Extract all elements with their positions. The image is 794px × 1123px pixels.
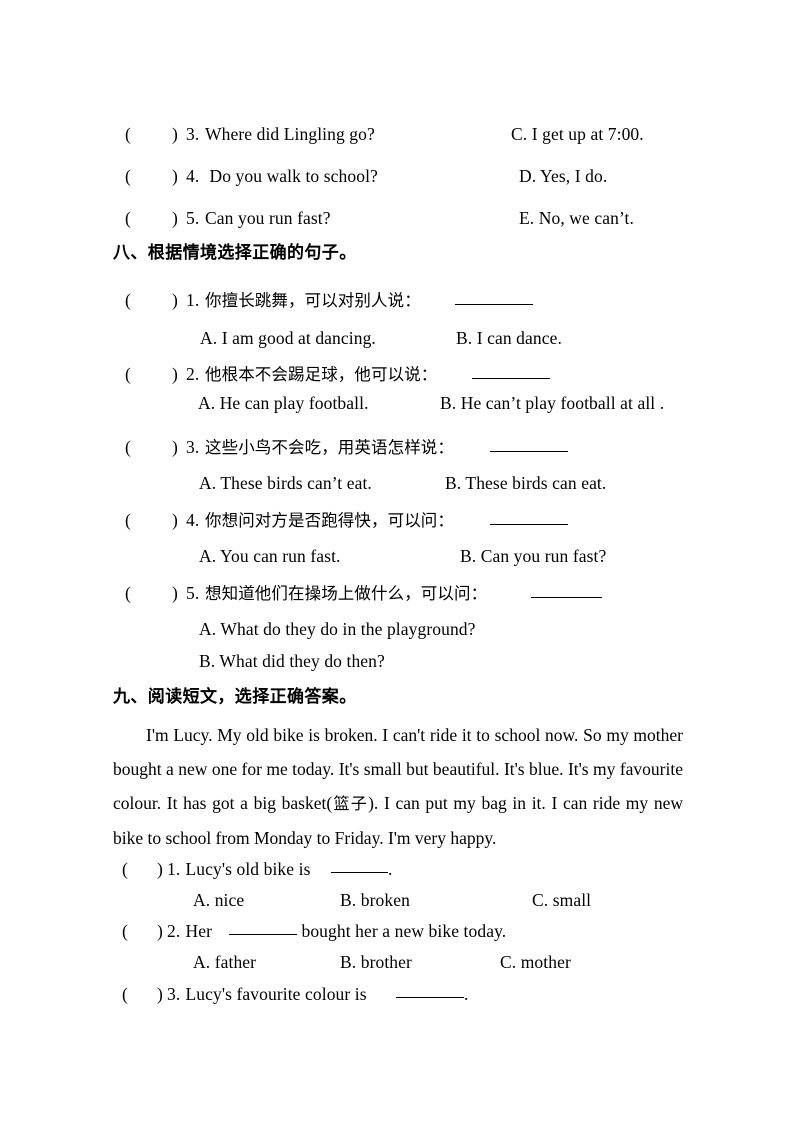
section-eight-item-3-marker-open: ( xyxy=(125,437,131,457)
section-eight-item-4-number: 4. xyxy=(186,510,200,530)
section-eight-item-5-marker-close: ) xyxy=(172,583,178,603)
section-eight-item-1-stem: 你擅长跳舞，可以对别人说： xyxy=(205,291,421,310)
reading-question-1-answer-blank[interactable] xyxy=(331,872,388,873)
matching-item-3-marker-open: ( xyxy=(125,124,131,144)
reading-question-2-marker-close: ) xyxy=(157,921,163,941)
reading-question-1-option-a[interactable]: A. nice xyxy=(193,890,244,910)
section-eight-item-2-option-b[interactable]: B. He can’t play football at all . xyxy=(440,393,664,413)
reading-question-1-marker-close: ) xyxy=(157,859,163,879)
reading-question-2-number: 2. xyxy=(167,921,181,941)
section-eight-item-5-option-a[interactable]: A. What do they do in the playground? xyxy=(199,619,476,639)
matching-answer-d: D. Yes, I do. xyxy=(519,166,608,186)
matching-item-5-marker-close: ) xyxy=(172,208,178,228)
section-eight-item-4-marker-open: ( xyxy=(125,510,131,530)
reading-question-2-option-a[interactable]: A. father xyxy=(193,952,256,972)
reading-question-2-stem-after: bought her a new bike today. xyxy=(297,921,507,941)
matching-item-5-marker-open: ( xyxy=(125,208,131,228)
section-eight-item-3-answer-blank[interactable] xyxy=(490,451,568,452)
matching-item-4-marker-close: ) xyxy=(172,166,178,186)
reading-question-3-stem-before: Lucy's favourite colour is xyxy=(181,984,372,1004)
reading-question-3-stem-after: . xyxy=(464,984,469,1004)
section-eight-item-5-number: 5. xyxy=(186,583,200,603)
matching-item-3-number: 3. xyxy=(186,124,200,144)
section-eight-item-2-marker-close: ) xyxy=(172,364,178,384)
section-eight-item-4-marker-close: ) xyxy=(172,510,178,530)
section-eight-item-1-marker-close: ) xyxy=(172,290,178,310)
matching-item-4-number: 4. xyxy=(186,166,200,186)
section-eight-item-5-option-b[interactable]: B. What did they do then? xyxy=(199,651,385,671)
reading-question-2-answer-blank[interactable] xyxy=(229,934,297,935)
section-eight-item-2-option-a[interactable]: A. He can play football. xyxy=(198,393,369,413)
section-eight-item-5-stem: 想知道他们在操场上做什么，可以问： xyxy=(205,584,488,603)
section-eight-item-4-option-b[interactable]: B. Can you run fast? xyxy=(460,546,606,566)
matching-item-4-question: Do you walk to school? xyxy=(205,166,378,186)
reading-question-1-stem-before: Lucy's old bike is xyxy=(181,859,315,879)
section-eight-item-3-option-b[interactable]: B. These birds can eat. xyxy=(445,473,606,493)
matching-item-5-question: Can you run fast? xyxy=(205,208,331,228)
matching-item-4-marker-open: ( xyxy=(125,166,131,186)
section-eight-item-1-answer-blank[interactable] xyxy=(455,304,533,305)
section-eight-item-3-marker-close: ) xyxy=(172,437,178,457)
section-eight-item-2-answer-blank[interactable] xyxy=(472,378,550,379)
reading-question-1-number: 1. xyxy=(167,859,181,879)
reading-question-2-marker-open: ( xyxy=(122,921,128,941)
section-eight-heading: 八、根据情境选择正确的句子。 xyxy=(113,243,357,263)
worksheet-page: ( ) 3. Where did Lingling go? C. I get u… xyxy=(0,0,794,1123)
passage-chinese-gloss: 篮子 xyxy=(332,794,369,813)
section-eight-item-3-stem: 这些小鸟不会吃，用英语怎样说： xyxy=(205,438,454,457)
reading-question-2-option-b[interactable]: B. brother xyxy=(340,952,412,972)
reading-question-1-option-b[interactable]: B. broken xyxy=(340,890,410,910)
matching-answer-c: C. I get up at 7:00. xyxy=(511,124,644,144)
matching-item-3-question: Where did Lingling go? xyxy=(205,124,375,144)
section-eight-item-3-option-a[interactable]: A. These birds can’t eat. xyxy=(199,473,372,493)
section-eight-item-5-marker-open: ( xyxy=(125,583,131,603)
section-eight-item-4-option-a[interactable]: A. You can run fast. xyxy=(199,546,341,566)
reading-question-1-option-c[interactable]: C. small xyxy=(532,890,591,910)
section-eight-item-3-number: 3. xyxy=(186,437,200,457)
reading-question-3-marker-close: ) xyxy=(157,984,163,1004)
section-eight-item-2-number: 2. xyxy=(186,364,200,384)
matching-item-3-marker-close: ) xyxy=(172,124,178,144)
section-eight-item-5-answer-blank[interactable] xyxy=(531,597,602,598)
section-eight-item-1-marker-open: ( xyxy=(125,290,131,310)
reading-question-3-answer-blank[interactable] xyxy=(396,997,464,998)
section-eight-item-4-answer-blank[interactable] xyxy=(490,524,568,525)
section-eight-item-1-option-b[interactable]: B. I can dance. xyxy=(456,328,562,348)
section-eight-item-1-number: 1. xyxy=(186,290,200,310)
section-eight-item-1-option-a[interactable]: A. I am good at dancing. xyxy=(200,328,376,348)
reading-question-2-stem-before: Her xyxy=(181,921,217,941)
reading-question-2-option-c[interactable]: C. mother xyxy=(500,952,571,972)
section-eight-item-2-marker-open: ( xyxy=(125,364,131,384)
section-nine-heading: 九、阅读短文，选择正确答案。 xyxy=(113,687,357,707)
reading-passage: I'm Lucy. My old bike is broken. I can't… xyxy=(113,718,683,855)
matching-answer-e: E. No, we can’t. xyxy=(519,208,634,228)
reading-question-1-marker-open: ( xyxy=(122,859,128,879)
section-eight-item-4-stem: 你想问对方是否跑得快，可以问： xyxy=(205,511,454,530)
reading-question-3-number: 3. xyxy=(167,984,181,1004)
matching-item-5-number: 5. xyxy=(186,208,200,228)
section-eight-item-2-stem: 他根本不会踢足球，他可以说： xyxy=(205,365,438,384)
reading-question-1-stem-after: . xyxy=(388,859,393,879)
reading-question-3-marker-open: ( xyxy=(122,984,128,1004)
